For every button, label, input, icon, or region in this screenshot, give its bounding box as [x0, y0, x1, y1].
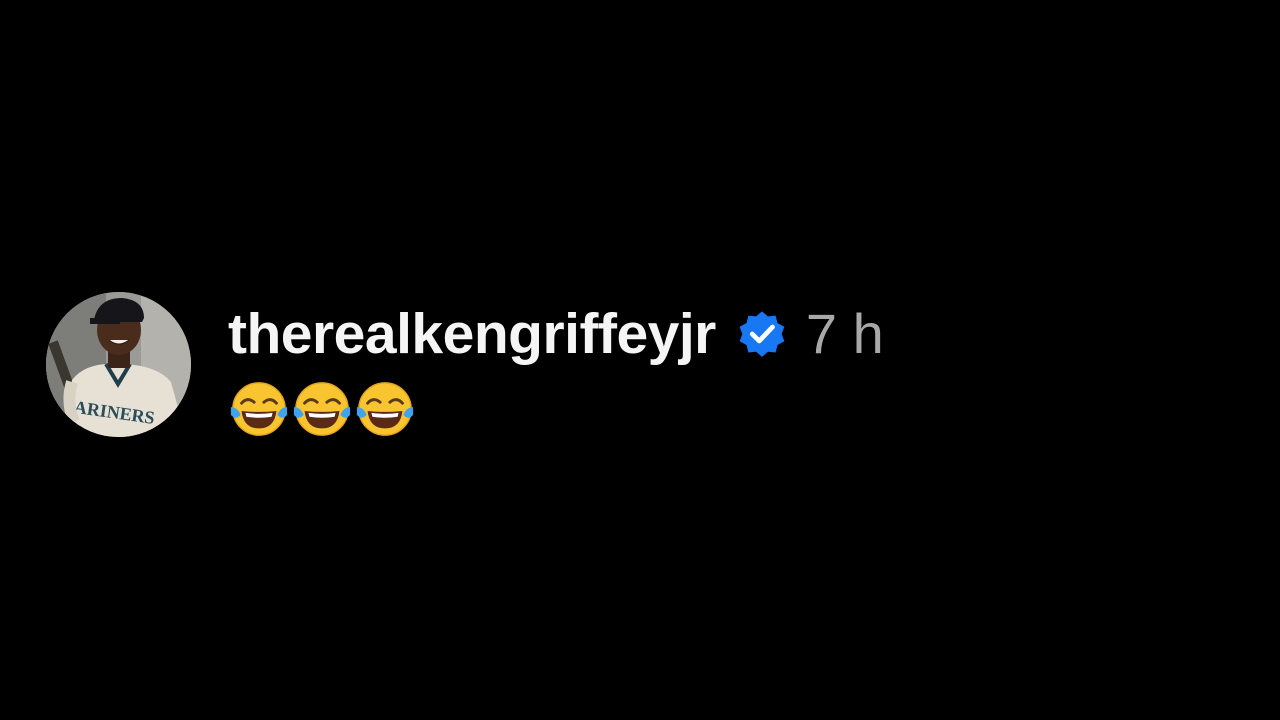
timestamp: 7 h	[805, 302, 884, 365]
username[interactable]: therealkengriffeyjr	[228, 305, 716, 363]
face-with-tears-of-joy-icon	[228, 378, 290, 440]
verified-badge-icon	[734, 306, 790, 362]
comment-header: therealkengriffeyjr 7 h	[228, 292, 884, 376]
face-with-tears-of-joy-icon	[291, 378, 353, 440]
avatar-photo: ARINERS	[46, 292, 191, 437]
comment-text	[228, 378, 884, 440]
comment-body: therealkengriffeyjr 7 h	[228, 292, 884, 440]
avatar[interactable]: ARINERS	[46, 292, 191, 437]
comment: ARINERS therealkengriffeyjr 7 h	[46, 292, 884, 440]
face-with-tears-of-joy-icon	[354, 378, 416, 440]
